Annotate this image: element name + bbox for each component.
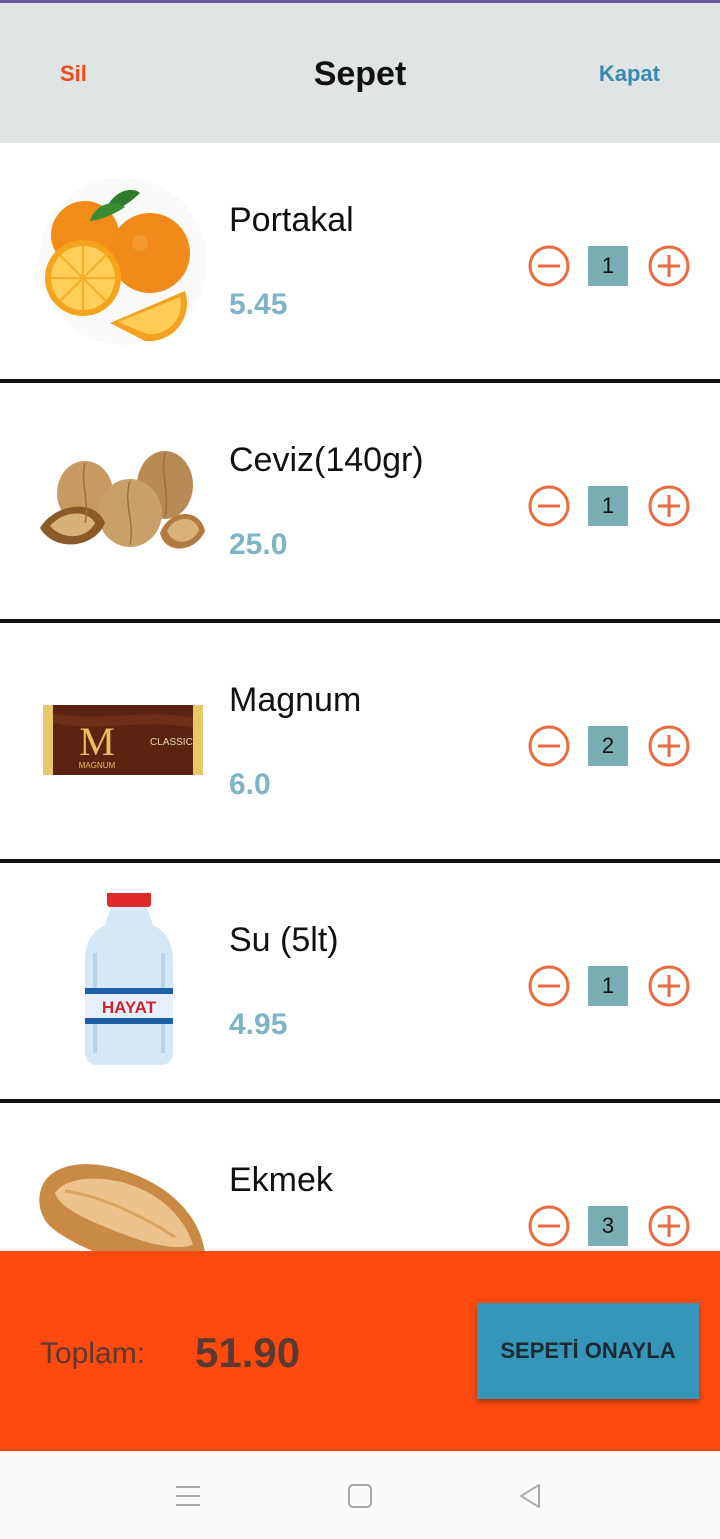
quantity-value: 2	[588, 726, 628, 766]
item-name: Ceviz(140gr)	[229, 441, 424, 479]
quantity-stepper: 1	[527, 244, 692, 288]
cart-list[interactable]: Portakal 5.45 1 Ceviz(140gr) 25.0 1 M MA…	[0, 143, 720, 1251]
cart-item: Portakal 5.45 1	[0, 143, 720, 383]
item-name: Su (5lt)	[229, 921, 339, 959]
quantity-value: 3	[588, 1206, 628, 1246]
minus-circle-icon[interactable]	[527, 724, 571, 768]
item-price: 25.0	[229, 528, 288, 561]
total-label: Toplam:	[40, 1337, 146, 1370]
system-navbar	[0, 1451, 720, 1539]
quantity-value: 1	[588, 486, 628, 526]
plus-circle-icon[interactable]	[647, 724, 691, 768]
app-header: Sil Sepet Kapat	[0, 3, 720, 143]
cart-item: M MAGNUM CLASSIC Magnum 6.0 2	[0, 623, 720, 863]
item-price: 6.0	[229, 768, 271, 801]
cart-item: HAYAT Su (5lt) 4.95 1	[0, 863, 720, 1103]
minus-circle-icon[interactable]	[527, 244, 571, 288]
back-triangle-icon[interactable]	[515, 1481, 545, 1511]
plus-circle-icon[interactable]	[647, 244, 691, 288]
item-name: Ekmek	[229, 1161, 333, 1199]
quantity-stepper: 3	[527, 1204, 692, 1248]
minus-circle-icon[interactable]	[527, 484, 571, 528]
plus-circle-icon[interactable]	[647, 964, 691, 1008]
menu-icon[interactable]	[173, 1481, 203, 1511]
quantity-value: 1	[588, 966, 628, 1006]
quantity-stepper: 2	[527, 724, 692, 768]
item-name: Portakal	[229, 201, 354, 239]
orange-image	[39, 177, 207, 345]
total-value: 51.90	[195, 1329, 301, 1376]
minus-circle-icon[interactable]	[527, 964, 571, 1008]
plus-circle-icon[interactable]	[647, 1204, 691, 1248]
quantity-stepper: 1	[527, 484, 692, 528]
walnut-image	[40, 451, 205, 549]
item-price: 5.45	[229, 288, 288, 321]
item-price: 4.95	[229, 1008, 288, 1041]
cart-footer: Toplam: 51.90 SEPETİ ONAYLA	[0, 1251, 720, 1451]
home-square-icon[interactable]	[345, 1481, 375, 1511]
bread-image	[39, 1164, 205, 1251]
magnum-logo-word: MAGNUM	[79, 761, 116, 770]
cart-item: Ekmek 3	[0, 1103, 720, 1251]
magnum-image: M MAGNUM CLASSIC	[43, 705, 203, 775]
quantity-stepper: 1	[527, 964, 692, 1008]
close-button[interactable]: Kapat	[599, 61, 660, 87]
cart-item: Ceviz(140gr) 25.0 1	[0, 383, 720, 623]
magnum-variant-text: CLASSIC	[150, 737, 193, 748]
water-bottle-image: HAYAT	[85, 893, 173, 1065]
water-brand-text: HAYAT	[102, 998, 157, 1017]
item-name: Magnum	[229, 681, 362, 719]
plus-circle-icon[interactable]	[647, 484, 691, 528]
quantity-value: 1	[588, 246, 628, 286]
confirm-cart-button[interactable]: SEPETİ ONAYLA	[477, 1303, 699, 1399]
minus-circle-icon[interactable]	[527, 1204, 571, 1248]
magnum-logo-letter: M	[79, 719, 115, 764]
